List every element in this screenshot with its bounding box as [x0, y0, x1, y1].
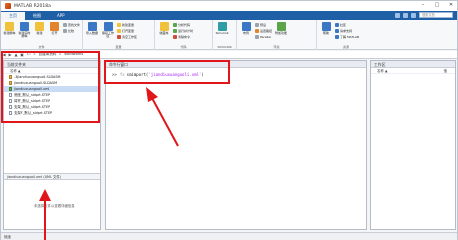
annotation-arrows	[39, 87, 179, 240]
arrow-up-to-command	[146, 87, 179, 147]
arrow-up-to-folder	[39, 189, 51, 240]
